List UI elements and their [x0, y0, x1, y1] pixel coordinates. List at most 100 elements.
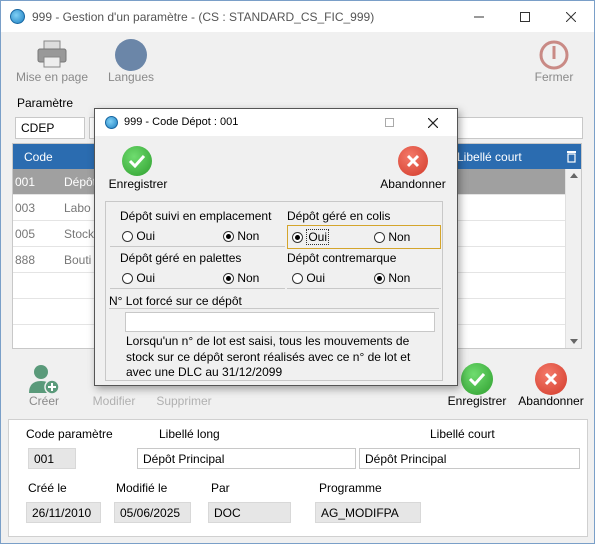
- cancel-icon: [535, 363, 567, 395]
- row-code: 003: [15, 201, 36, 215]
- radio-label: Oui: [136, 229, 156, 243]
- radio-off-icon: [122, 273, 133, 285]
- printer-icon: [37, 40, 67, 68]
- programme-field: AG_MODIFPA: [315, 502, 421, 523]
- lot-divider: [109, 308, 439, 309]
- close-icon: [428, 117, 438, 128]
- lot-force-label: N° Lot forcé sur ce dépôt: [109, 294, 242, 308]
- fermer-button[interactable]: Fermer: [526, 37, 582, 87]
- gere-colis-label: Dépôt géré en colis: [287, 209, 391, 223]
- abandonner-label: Abandonner: [518, 394, 584, 408]
- col-libelle-court-header[interactable]: Libellé court: [457, 150, 522, 164]
- radio-on-icon: [223, 273, 234, 285]
- maximize-icon: [520, 11, 530, 22]
- creer-label: Créer: [28, 394, 59, 408]
- creer-button[interactable]: Créer: [21, 361, 67, 411]
- row-code: 001: [15, 175, 36, 189]
- radio-label: Non: [388, 271, 411, 285]
- dialog-enregistrer-label: Enregistrer: [108, 177, 168, 191]
- libelle-court-field[interactable]: Dépôt Principal: [359, 448, 580, 469]
- dialog-close-button[interactable]: [413, 109, 453, 136]
- grid-scrollbar[interactable]: [565, 169, 581, 348]
- gere-palettes-label: Dépôt géré en palettes: [120, 251, 242, 265]
- maximize-icon: [384, 118, 394, 127]
- contremarque-oui[interactable]: Oui: [292, 271, 325, 285]
- suivi-emplacement-group: Oui Non: [110, 225, 285, 247]
- cancel-icon: [398, 146, 428, 176]
- enregistrer-label: Enregistrer: [447, 394, 507, 408]
- code-parametre-label: Code paramètre: [26, 427, 113, 441]
- radio-off-icon: [374, 232, 385, 244]
- suivi-emplacement-oui[interactable]: Oui: [122, 229, 155, 243]
- row-code: 005: [15, 227, 36, 241]
- libelle-long-field[interactable]: Dépôt Principal: [137, 448, 356, 469]
- suivi-emplacement-label: Dépôt suivi en emplacement: [120, 209, 272, 223]
- radio-off-icon: [292, 273, 303, 285]
- power-icon: [539, 40, 569, 70]
- cree-le-label: Créé le: [28, 481, 67, 495]
- langues-label: Langues: [107, 70, 155, 84]
- row-libelle: Bouti: [64, 253, 92, 267]
- radio-label: Non: [237, 271, 260, 285]
- dialog-abandonner-button[interactable]: Abandonner: [375, 144, 451, 194]
- radio-label: Oui: [136, 271, 156, 285]
- close-button[interactable]: [548, 1, 594, 32]
- parametre-code-field[interactable]: CDEP: [15, 117, 85, 139]
- close-icon: [566, 11, 576, 22]
- gere-colis-non[interactable]: Non: [374, 230, 410, 244]
- minimize-button[interactable]: [456, 1, 502, 32]
- title-bar: 999 - Gestion d'un paramètre - (CS : STA…: [1, 1, 594, 32]
- gere-palettes-group: Oui Non: [110, 267, 285, 289]
- dialog-title-bar: 999 - Code Dépot : 001: [95, 109, 457, 136]
- programme-label: Programme: [319, 481, 382, 495]
- dialog-enregistrer-button[interactable]: Enregistrer: [101, 144, 175, 194]
- dialog-title: 999 - Code Dépot : 001: [124, 116, 239, 128]
- gere-colis-oui[interactable]: Oui: [292, 229, 330, 245]
- radio-on-icon: [223, 231, 234, 243]
- dialog-maximize-button[interactable]: [369, 109, 409, 136]
- scroll-up-icon[interactable]: [570, 173, 578, 178]
- gere-palettes-oui[interactable]: Oui: [122, 271, 155, 285]
- row-libelle: Stock: [64, 227, 95, 241]
- suivi-emplacement-non[interactable]: Non: [223, 229, 259, 243]
- gere-colis-group: Oui Non: [287, 225, 441, 249]
- col-code-header[interactable]: Code: [24, 150, 53, 164]
- radio-label: Non: [237, 229, 260, 243]
- parametre-label: Paramètre: [17, 96, 74, 110]
- row-code: 888: [15, 253, 36, 267]
- scroll-down-icon[interactable]: [570, 339, 578, 344]
- langues-button[interactable]: Langues: [101, 37, 161, 87]
- dialog-abandonner-label: Abandonner: [380, 177, 446, 191]
- radio-on-icon: [292, 232, 303, 244]
- modifie-le-label: Modifié le: [116, 481, 168, 495]
- code-parametre-field[interactable]: 001: [28, 448, 76, 469]
- mise-en-page-button[interactable]: Mise en page: [9, 37, 95, 87]
- add-user-icon: [29, 365, 60, 395]
- radio-label: Oui: [306, 271, 326, 285]
- detail-panel: Code paramètre Libellé long Libellé cour…: [8, 419, 588, 537]
- trash-icon[interactable]: [566, 150, 577, 163]
- row-libelle: Dépôt: [64, 175, 97, 189]
- mise-en-page-label: Mise en page: [15, 70, 89, 84]
- checkmark-icon: [461, 363, 493, 395]
- code-depot-dialog: 999 - Code Dépot : 001 Enregistrer Aband…: [94, 108, 458, 386]
- libelle-long-label: Libellé long: [159, 427, 220, 441]
- maximize-button[interactable]: [502, 1, 548, 32]
- gere-palettes-non[interactable]: Non: [223, 271, 259, 285]
- row-libelle: Labo: [64, 201, 91, 215]
- abandonner-button[interactable]: Abandonner: [514, 361, 588, 411]
- libelle-court-label: Libellé court: [430, 427, 495, 441]
- fermer-label: Fermer: [534, 70, 574, 84]
- radio-label: Oui: [306, 229, 330, 245]
- modifier-label: Modifier: [92, 394, 136, 408]
- contremarque-non[interactable]: Non: [374, 271, 410, 285]
- lot-info-text: Lorsqu'un n° de lot est saisi, tous les …: [126, 334, 411, 379]
- lot-force-input[interactable]: [125, 312, 435, 332]
- cree-le-field: 26/11/2010: [26, 502, 101, 523]
- supprimer-label: Supprimer: [156, 394, 212, 408]
- radio-on-icon: [374, 273, 385, 285]
- radio-label: Non: [388, 230, 411, 244]
- minimize-icon: [474, 16, 484, 17]
- checkmark-icon: [122, 146, 152, 176]
- radio-off-icon: [122, 231, 133, 243]
